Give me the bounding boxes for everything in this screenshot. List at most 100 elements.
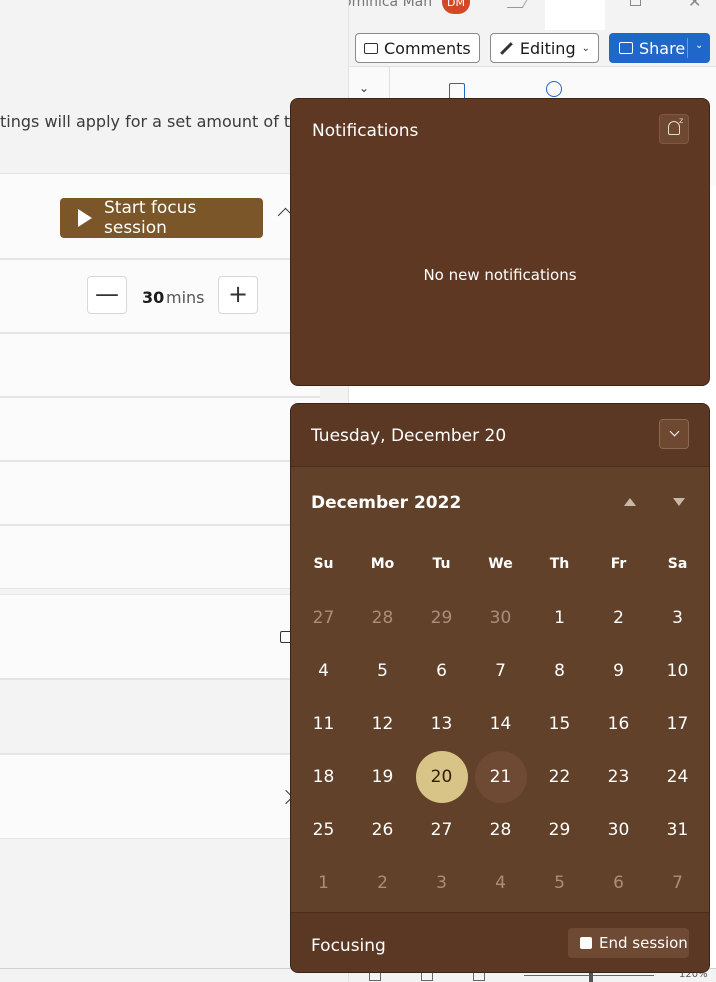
settings-row[interactable] (0, 397, 320, 461)
calendar-day[interactable]: 2 (357, 857, 409, 909)
calendar-flyout: Tuesday, December 20 December 2022 Su Mo… (290, 403, 710, 973)
share-button[interactable]: Share ⌄ (609, 33, 710, 63)
decrease-duration-button[interactable]: — (87, 276, 127, 314)
restore-icon[interactable] (630, 0, 641, 6)
calendar-week-row: 4 5 6 7 8 9 10 (294, 645, 707, 698)
calendar-day[interactable]: 15 (534, 698, 586, 750)
person-icon[interactable] (546, 81, 562, 97)
weekday-label: Sa (667, 556, 688, 572)
settings-row-external[interactable] (0, 594, 320, 679)
calendar-day[interactable]: 11 (298, 698, 350, 750)
weekday-header-row: Su Mo Tu We Th Fr Sa (294, 538, 707, 592)
weekday-label: Th (549, 556, 570, 572)
calendar-day[interactable]: 25 (298, 804, 350, 856)
calendar-day[interactable]: 29 (534, 804, 586, 856)
calendar-day[interactable]: 26 (357, 804, 409, 856)
weekday-label: Mo (370, 556, 395, 572)
do-not-disturb-button[interactable] (659, 114, 689, 144)
titlebar-blank (545, 0, 605, 30)
current-date: Tuesday, December 20 (311, 426, 507, 446)
collapse-calendar-button[interactable] (659, 419, 689, 449)
calendar-day[interactable]: 8 (534, 645, 586, 697)
start-focus-session-button[interactable]: Start focus session (60, 198, 263, 238)
calendar-week-row: 25 26 27 28 29 30 31 (294, 804, 707, 857)
duration-unit: mins (166, 288, 205, 307)
calendar-day[interactable]: 23 (593, 751, 645, 803)
calendar-week-row: 1 2 3 4 5 6 7 (294, 857, 707, 910)
calendar-grid: Su Mo Tu We Th Fr Sa 27 28 29 30 1 2 3 4… (294, 538, 707, 910)
focusing-label: Focusing (311, 936, 386, 956)
calendar-day[interactable]: 6 (416, 645, 468, 697)
word-title-bar: ominica Man DM ✕ (349, 0, 716, 30)
calendar-day[interactable]: 16 (593, 698, 645, 750)
editing-mode-button[interactable]: Editing ⌄ (490, 33, 599, 63)
share-label: Share (639, 38, 686, 58)
settings-row[interactable] (0, 525, 320, 589)
ribbon-collapse-chevron-icon[interactable]: ⌄ (359, 81, 369, 95)
calendar-day[interactable]: 31 (652, 804, 704, 856)
increase-duration-button[interactable]: + (218, 276, 258, 314)
avatar[interactable]: DM (442, 0, 470, 14)
word-command-bar: Comments Editing ⌄ Share ⌄ (349, 30, 716, 66)
focus-session-card: Start focus session (0, 173, 320, 259)
user-name: ominica Man (349, 0, 433, 10)
calendar-day[interactable]: 2 (593, 592, 645, 644)
editing-label: Editing (519, 38, 576, 58)
calendar-day[interactable]: 14 (475, 698, 527, 750)
calendar-day[interactable]: 1 (298, 857, 350, 909)
calendar-day[interactable]: 3 (652, 592, 704, 644)
calendar-day-hovered[interactable]: 21 (474, 751, 527, 803)
calendar-header: Tuesday, December 20 (291, 404, 709, 467)
calendar-day[interactable]: 29 (416, 592, 468, 644)
calendar-day[interactable]: 17 (652, 698, 704, 750)
calendar-day[interactable]: 27 (298, 592, 350, 644)
calendar-day[interactable]: 30 (593, 804, 645, 856)
play-icon (78, 209, 92, 227)
end-session-button[interactable]: End session (568, 928, 689, 958)
comments-button[interactable]: Comments (355, 33, 480, 63)
calendar-day[interactable]: 5 (534, 857, 586, 909)
calendar-day[interactable]: 4 (298, 645, 350, 697)
calendar-day[interactable]: 24 (652, 751, 704, 803)
calendar-day[interactable]: 28 (357, 592, 409, 644)
calendar-day[interactable]: 7 (475, 645, 527, 697)
calendar-day[interactable]: 10 (652, 645, 704, 697)
weekday-label: Su (313, 556, 334, 572)
settings-row-link[interactable] (0, 754, 320, 839)
calendar-day[interactable]: 22 (534, 751, 586, 803)
calendar-day[interactable]: 7 (652, 857, 704, 909)
weekday-label: Tu (432, 556, 451, 572)
month-title[interactable]: December 2022 (311, 493, 461, 513)
chevron-down-icon: ⌄ (581, 42, 590, 54)
calendar-day[interactable]: 19 (357, 751, 409, 803)
comment-icon (364, 42, 378, 54)
calendar-week-row: 11 12 13 14 15 16 17 (294, 698, 707, 751)
settings-row[interactable] (0, 461, 320, 525)
calendar-day-today[interactable]: 20 (415, 751, 468, 803)
close-icon[interactable]: ✕ (688, 0, 701, 11)
calendar-day[interactable]: 12 (357, 698, 409, 750)
calendar-day[interactable]: 28 (475, 804, 527, 856)
share-chevron-icon[interactable]: ⌄ (695, 40, 703, 51)
calendar-day[interactable]: 27 (416, 804, 468, 856)
weekday-label: We (488, 556, 513, 572)
calendar-day[interactable]: 1 (534, 592, 586, 644)
focus-description: tings will apply for a set amount of tim (0, 112, 311, 131)
focus-duration-card: — 30 mins + (0, 259, 320, 333)
next-month-icon[interactable] (673, 498, 685, 506)
settings-row[interactable] (0, 333, 320, 397)
calendar-day[interactable]: 4 (475, 857, 527, 909)
calendar-day[interactable]: 5 (357, 645, 409, 697)
previous-month-icon[interactable] (624, 498, 636, 506)
calendar-day[interactable]: 30 (475, 592, 527, 644)
calendar-day[interactable]: 6 (593, 857, 645, 909)
share-icon (619, 42, 633, 54)
calendar-week-row: 18 19 20 21 22 23 24 (294, 751, 707, 804)
calendar-day[interactable]: 18 (298, 751, 350, 803)
comments-label: Comments (384, 38, 471, 58)
calendar-day[interactable]: 3 (416, 857, 468, 909)
calendar-day[interactable]: 9 (593, 645, 645, 697)
pen-icon[interactable] (506, 0, 528, 8)
stop-icon (580, 937, 592, 949)
calendar-day[interactable]: 13 (416, 698, 468, 750)
